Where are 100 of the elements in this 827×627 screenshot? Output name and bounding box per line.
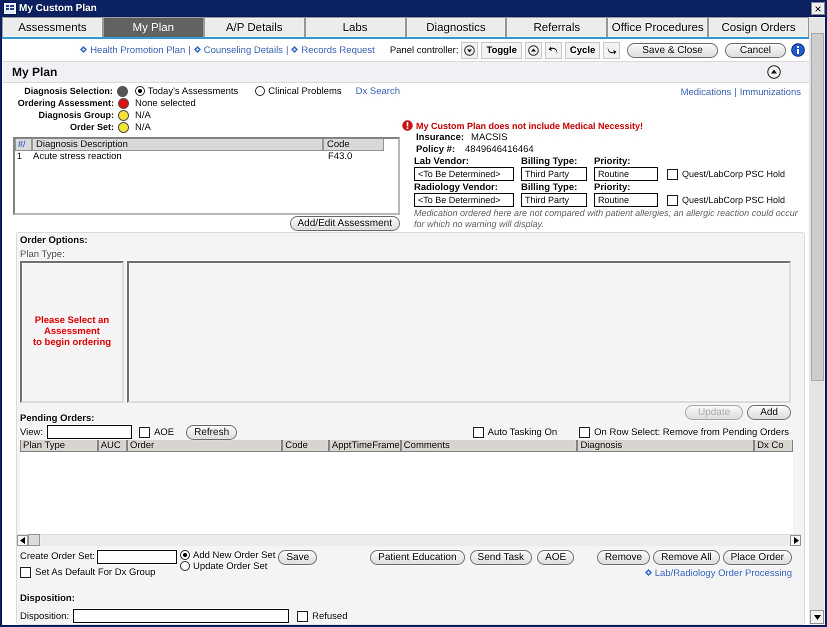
toolbar-link[interactable]: Counseling Details [194,44,283,56]
field-value: N/A [135,110,151,120]
field-label: Radiology Vendor: [414,182,499,193]
right-arrow-icon [792,536,798,544]
field-value: MACSIS [471,132,508,142]
tab[interactable]: Cosign Orders [708,17,809,37]
vertical-scrollbar[interactable] [809,17,825,625]
column-header[interactable]: Code [282,440,329,452]
tab[interactable]: Office Procedures [607,17,708,37]
vendor-field[interactable]: <To Be Determined> [414,193,514,207]
redo-button[interactable] [603,42,620,58]
toolbar-link[interactable]: Health Promotion Plan [80,44,186,56]
radio-option[interactable]: Add New Order Set [180,550,276,561]
tab[interactable]: My Plan [102,17,204,37]
priority-field[interactable]: Routine [594,167,658,181]
action-button[interactable]: Patient Education [370,550,465,565]
action-button[interactable]: Send Task [470,550,532,565]
radio-option[interactable]: Clinical Problems [255,86,342,96]
scrollbar-thumb[interactable] [28,534,40,546]
column-header[interactable]: Dx Co [754,440,793,452]
tab[interactable]: Labs [304,17,406,37]
refresh-button[interactable]: Refresh [186,424,238,440]
column-header[interactable]: #/ [15,139,32,151]
action-button[interactable]: Remove All [653,550,720,565]
scrollbar-thumb[interactable] [810,33,824,381]
column-header[interactable]: Diagnosis Description [32,139,323,151]
toolbar-button[interactable]: Cancel [724,42,786,58]
diamond-icon [644,568,652,576]
separator: | [188,44,191,56]
undo-icon [548,44,559,56]
checkbox-option[interactable]: Quest/LabCorp PSC Hold [667,193,786,207]
action-button[interactable]: Place Order [722,550,792,565]
collapse-down-button[interactable] [461,42,478,58]
tab[interactable]: A/P Details [204,17,305,37]
down-arrow-icon [814,614,820,620]
field-label: View: [20,426,44,438]
checkbox-option[interactable]: Quest/LabCorp PSC Hold [667,167,786,181]
field-label: Diagnosis Group: [37,110,114,120]
table-cell-text: 1 [16,151,24,162]
left-arrow-icon [20,536,26,544]
up-circle-icon [528,44,539,56]
vendor-field[interactable]: <To Be Determined> [414,167,514,181]
checkbox-option[interactable]: Set As Default For Dx Group [20,566,177,578]
checkbox-option[interactable]: Refused [297,610,348,622]
add-edit-assessment-button[interactable]: Add/Edit Assessment [290,216,400,231]
toolbar-button[interactable]: Save & Close [627,42,718,58]
billing-type-field[interactable]: Third Party [521,193,587,207]
warning-message: My Custom Plan does not include Medical Necessity! [416,120,644,130]
toolbar-link[interactable]: Records Request [291,44,375,56]
field-label: Lab Vendor: [414,156,470,167]
close-button[interactable]: × [811,2,825,15]
diamond-icon [80,46,88,52]
save-button[interactable]: Save [278,550,318,565]
collapse-up-icon[interactable] [767,65,781,79]
horizontal-scrollbar[interactable] [17,534,801,546]
radio-option[interactable]: Today's Assessments [134,86,238,96]
action-button[interactable]: AOE [537,550,574,565]
radio-option[interactable]: Update Order Set [180,560,276,572]
down-circle-icon [464,44,476,56]
column-header[interactable]: Comments [400,440,578,452]
checkbox-option[interactable]: AOE [139,426,174,438]
field-label: Insurance: [416,132,464,142]
column-header[interactable]: ApptTimeFrame [328,440,401,452]
cycle-button[interactable]: Cycle [564,42,600,58]
checkbox-option[interactable]: On Row Select: Remove from Pending Orders [579,426,789,438]
lab-radiology-link[interactable]: Lab/Radiology Order Processing [644,568,792,579]
collapse-up-button[interactable] [524,42,542,58]
field-label: Diagnosis Selection: [23,86,113,96]
checkbox-option[interactable]: Auto Tasking On [472,426,558,438]
select-assessment-message: Please Select an Assessment to begin ordering [32,315,112,348]
link[interactable]: Medications [680,87,732,99]
info-icon[interactable] [791,43,805,57]
priority-field[interactable]: Routine [594,193,658,207]
panel-controller-label: Panel controller: [390,44,458,56]
allergy-note: Medication ordered here are not compared with patient allergies; an allergic reaction could occur for which no warning will display. [414,208,799,230]
column-header[interactable]: Diagnosis [577,440,754,452]
disposition-field[interactable] [73,609,290,624]
window-icon [4,3,16,14]
view-field[interactable] [47,425,132,440]
tab[interactable]: Referrals [506,17,608,37]
field-label: Create Order Set: [20,551,95,562]
field-label: Billing Type: [521,156,578,167]
order-set-field[interactable] [96,550,177,564]
billing-type-field[interactable]: Third Party [521,167,587,181]
link[interactable]: Immunizations [740,87,801,99]
order-button[interactable]: Add [747,404,791,420]
column-header[interactable]: AUC [98,440,127,452]
field-label: Priority: [594,182,632,193]
column-header[interactable]: Code [323,139,384,151]
field-label: Disposition: [20,610,70,622]
tab[interactable]: Assessments [2,17,103,37]
tab[interactable]: Diagnostics [406,17,506,37]
column-header[interactable]: Order [126,440,282,452]
toggle-button[interactable]: Toggle [481,42,522,58]
column-header[interactable]: Plan Type [20,440,98,452]
dx-search-link[interactable]: Dx Search [356,86,400,96]
field-value: N/A [135,122,151,132]
separator: | [734,87,737,99]
undo-button[interactable] [544,42,562,58]
action-button[interactable]: Remove [596,550,650,565]
